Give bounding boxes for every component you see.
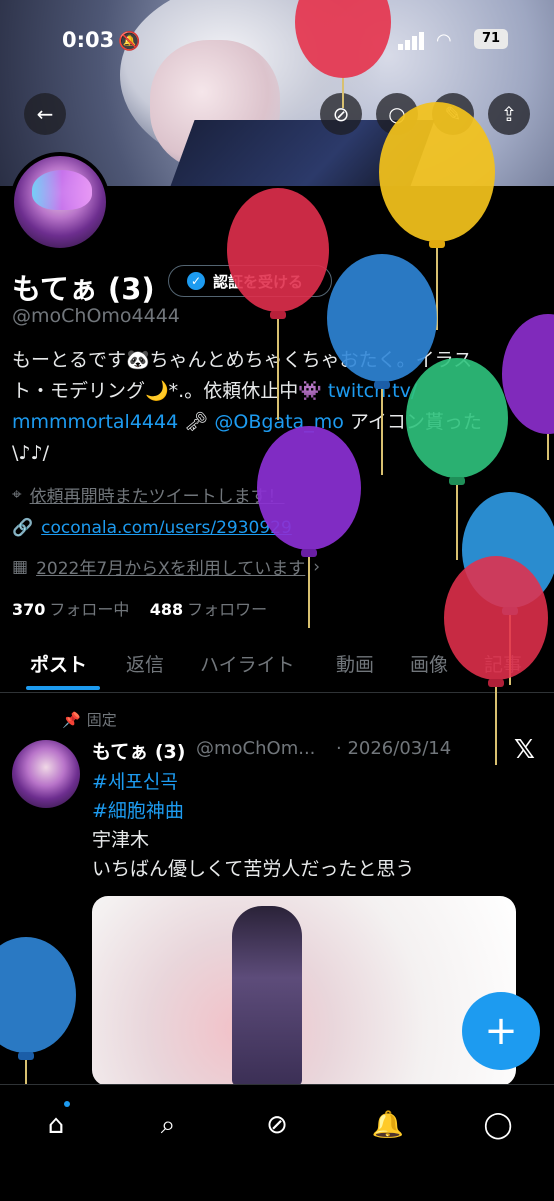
nav-notifications-button[interactable]: 🔔 xyxy=(368,1105,408,1145)
home-notification-dot xyxy=(64,1101,70,1107)
nav-messages-button[interactable]: ◯ xyxy=(478,1105,518,1145)
balloon-red-top xyxy=(295,0,391,108)
messages-icon: ◯ xyxy=(483,1110,513,1140)
home-icon: ⌂ xyxy=(47,1110,65,1140)
balloon-purple-center xyxy=(257,426,361,628)
grok-icon: ⊘ xyxy=(266,1110,288,1140)
balloon-red-left xyxy=(227,188,329,420)
bottom-navigation: ⌂ ⌕ ⊘ 🔔 ◯ xyxy=(0,1084,554,1201)
nav-home-button[interactable]: ⌂ xyxy=(36,1105,76,1145)
compose-post-button[interactable]: + xyxy=(462,992,540,1070)
balloon-purple-right xyxy=(502,314,554,460)
search-icon: ⌕ xyxy=(160,1110,176,1140)
nav-search-button[interactable]: ⌕ xyxy=(148,1105,188,1145)
balloon-blue-bottom xyxy=(0,937,76,1084)
balloon-red-right xyxy=(444,556,548,765)
bell-icon: 🔔 xyxy=(371,1110,405,1140)
plus-icon: + xyxy=(484,1008,518,1054)
nav-grok-button[interactable]: ⊘ xyxy=(257,1105,297,1145)
